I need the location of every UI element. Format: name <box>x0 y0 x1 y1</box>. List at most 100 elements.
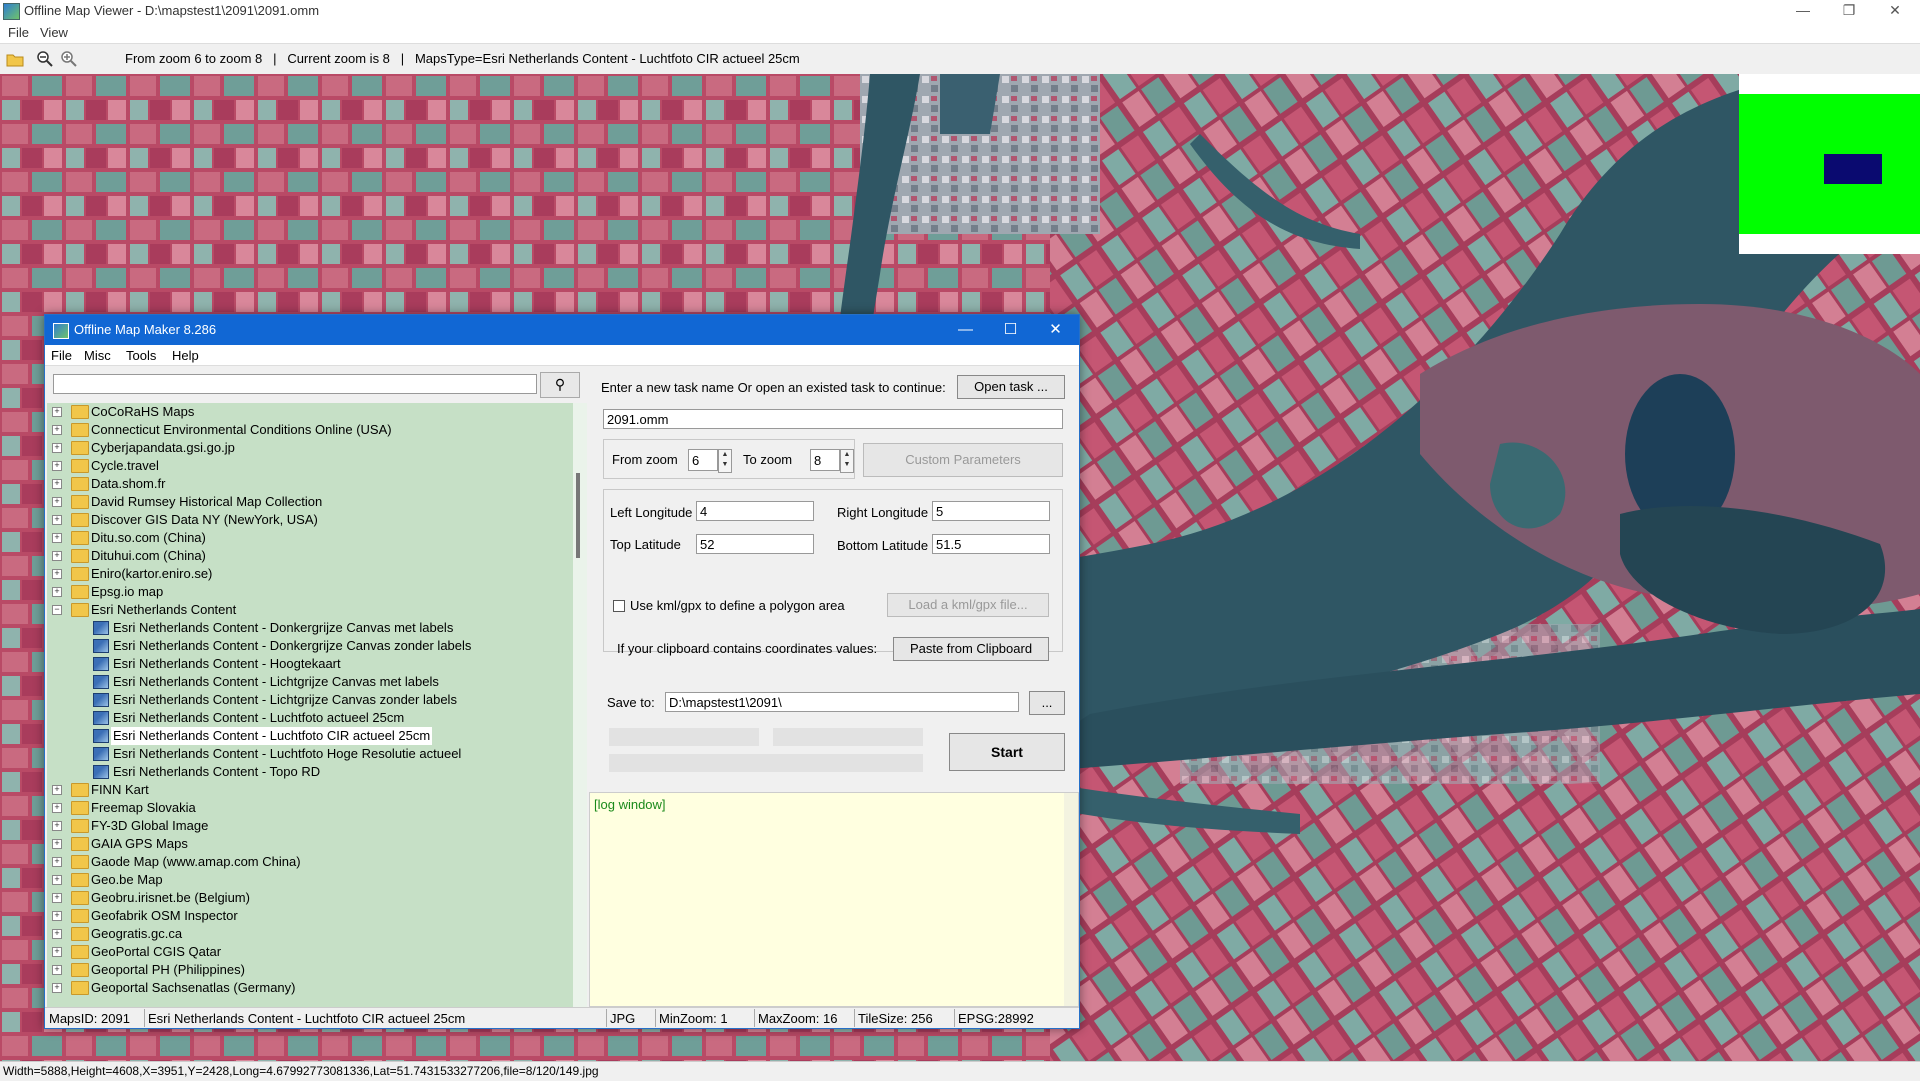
expand-icon[interactable]: + <box>52 551 62 561</box>
to-zoom-input[interactable] <box>810 449 840 471</box>
expand-icon[interactable]: + <box>52 533 62 543</box>
expand-icon[interactable]: + <box>52 515 62 525</box>
folder-icon <box>71 909 89 923</box>
folder-icon <box>71 531 89 545</box>
expand-icon[interactable]: + <box>52 821 62 831</box>
expand-icon[interactable]: + <box>52 893 62 903</box>
folder-icon <box>71 567 89 581</box>
tree-item-label: Geoportal Sachsenatlas (Germany) <box>91 980 296 995</box>
expand-icon[interactable]: + <box>52 857 62 867</box>
dialog-menu-file[interactable]: File <box>51 348 72 363</box>
tree-item-label: Geo.be Map <box>91 872 163 887</box>
map-layer-icon <box>93 693 109 707</box>
top-latitude-input[interactable] <box>696 534 814 554</box>
window-titlebar: Offline Map Viewer - D:\mapstest1\2091\2… <box>0 0 1920 22</box>
tree-item-label: FY-3D Global Image <box>91 818 209 833</box>
tree-item-label: Gaode Map (www.amap.com China) <box>91 854 301 869</box>
right-longitude-input[interactable] <box>932 501 1050 521</box>
load-kml-button[interactable]: Load a kml/gpx file... <box>887 593 1049 617</box>
folder-icon <box>71 513 89 527</box>
open-task-button[interactable]: Open task ... <box>957 375 1065 399</box>
dialog-maximize-icon[interactable]: ☐ <box>988 315 1033 345</box>
dialog-menubar: File Misc Tools Help <box>45 345 1079 366</box>
tree-item-label: Esri Netherlands Content - Donkergrijze … <box>113 620 454 635</box>
expand-icon[interactable]: + <box>52 569 62 579</box>
zoom-in-icon[interactable] <box>60 50 78 68</box>
expand-icon[interactable]: + <box>52 983 62 993</box>
expand-icon[interactable]: + <box>52 803 62 813</box>
bottom-latitude-label: Bottom Latitude <box>837 538 929 553</box>
tree-item-label: Freemap Slovakia <box>91 800 196 815</box>
tree-item-label: Epsg.io map <box>91 584 164 599</box>
save-to-label: Save to: <box>607 695 655 710</box>
dialog-titlebar: Offline Map Maker 8.286 — ☐ ✕ <box>45 315 1079 345</box>
expand-icon[interactable]: + <box>52 965 62 975</box>
tree-item-label: Esri Netherlands Content <box>91 602 237 617</box>
paste-clipboard-button[interactable]: Paste from Clipboard <box>893 637 1049 661</box>
log-scrollbar[interactable] <box>1064 793 1078 1006</box>
tree-item-label: David Rumsey Historical Map Collection <box>91 494 323 509</box>
map-source-tree[interactable]: + CoCoRaHS Maps + Connecticut Environmental… <box>47 403 574 1007</box>
collapse-icon[interactable]: − <box>52 605 62 615</box>
map-maker-dialog: Offline Map Maker 8.286 — ☐ ✕ File Misc … <box>44 314 1080 1029</box>
search-button[interactable]: ⚲ <box>540 372 580 398</box>
left-longitude-input[interactable] <box>696 501 814 521</box>
save-to-input[interactable] <box>665 692 1019 712</box>
zoom-out-icon[interactable] <box>36 50 54 68</box>
to-zoom-spinner[interactable]: ▲ ▼ <box>840 449 854 473</box>
expand-icon[interactable]: + <box>52 875 62 885</box>
kml-checkbox[interactable] <box>613 600 625 612</box>
minimize-icon[interactable]: — <box>1780 0 1826 22</box>
tree-scrollbar[interactable] <box>573 403 587 1007</box>
expand-icon[interactable]: + <box>52 443 62 453</box>
expand-icon[interactable]: + <box>52 785 62 795</box>
tree-item-label: Cyberjapandata.gsi.go.jp <box>91 440 235 455</box>
expand-icon[interactable]: + <box>52 929 62 939</box>
open-folder-icon[interactable] <box>6 50 24 68</box>
dialog-menu-help[interactable]: Help <box>172 348 199 363</box>
coordinate-readout: Width=5888,Height=4608,X=3951,Y=2428,Lon… <box>3 1064 599 1078</box>
dialog-title: Offline Map Maker 8.286 <box>74 322 217 337</box>
custom-parameters-button[interactable]: Custom Parameters <box>863 443 1063 477</box>
bottom-latitude-input[interactable] <box>932 534 1050 554</box>
expand-icon[interactable]: + <box>52 461 62 471</box>
browse-button[interactable]: ... <box>1029 691 1065 715</box>
tree-item-label: Discover GIS Data NY (NewYork, USA) <box>91 512 318 527</box>
expand-icon[interactable]: + <box>52 407 62 417</box>
overview-viewport-rect[interactable] <box>1824 154 1882 184</box>
map-layer-icon <box>93 711 109 725</box>
expand-icon[interactable]: + <box>52 911 62 921</box>
map-search-input[interactable] <box>53 374 537 394</box>
dialog-menu-tools[interactable]: Tools <box>126 348 156 363</box>
close-icon[interactable]: ✕ <box>1872 0 1918 22</box>
restore-icon[interactable]: ❐ <box>1826 0 1872 22</box>
status-max-zoom: MaxZoom: 16 <box>758 1011 838 1026</box>
overview-minimap[interactable] <box>1739 74 1920 254</box>
expand-icon[interactable]: + <box>52 479 62 489</box>
dialog-minimize-icon[interactable]: — <box>943 315 988 345</box>
dialog-menu-misc[interactable]: Misc <box>84 348 111 363</box>
expand-icon[interactable]: + <box>52 839 62 849</box>
expand-icon[interactable]: + <box>52 497 62 507</box>
expand-icon[interactable]: + <box>52 425 62 435</box>
progress-bar-total <box>609 754 923 772</box>
tree-scrollbar-thumb[interactable] <box>576 473 580 558</box>
expand-icon[interactable]: + <box>52 587 62 597</box>
from-zoom-input[interactable] <box>688 449 718 471</box>
menu-file[interactable]: File <box>8 25 29 40</box>
task-name-input[interactable] <box>603 409 1063 429</box>
folder-icon <box>71 963 89 977</box>
dialog-close-icon[interactable]: ✕ <box>1033 315 1078 345</box>
log-window[interactable]: [log window] <box>589 792 1079 1007</box>
tree-item-label: Esri Netherlands Content - Donkergrijze … <box>113 638 472 653</box>
zoom-status-text: From zoom 6 to zoom 8 | Current zoom is … <box>125 51 800 66</box>
tree-item-label: Esri Netherlands Content - Luchtfoto act… <box>113 710 405 725</box>
folder-icon <box>71 495 89 509</box>
start-button[interactable]: Start <box>949 733 1065 771</box>
folder-icon <box>71 423 89 437</box>
menu-view[interactable]: View <box>40 25 68 40</box>
status-min-zoom: MinZoom: 1 <box>659 1011 728 1026</box>
from-zoom-spinner[interactable]: ▲ ▼ <box>718 449 732 473</box>
expand-icon[interactable]: + <box>52 947 62 957</box>
folder-icon <box>71 855 89 869</box>
